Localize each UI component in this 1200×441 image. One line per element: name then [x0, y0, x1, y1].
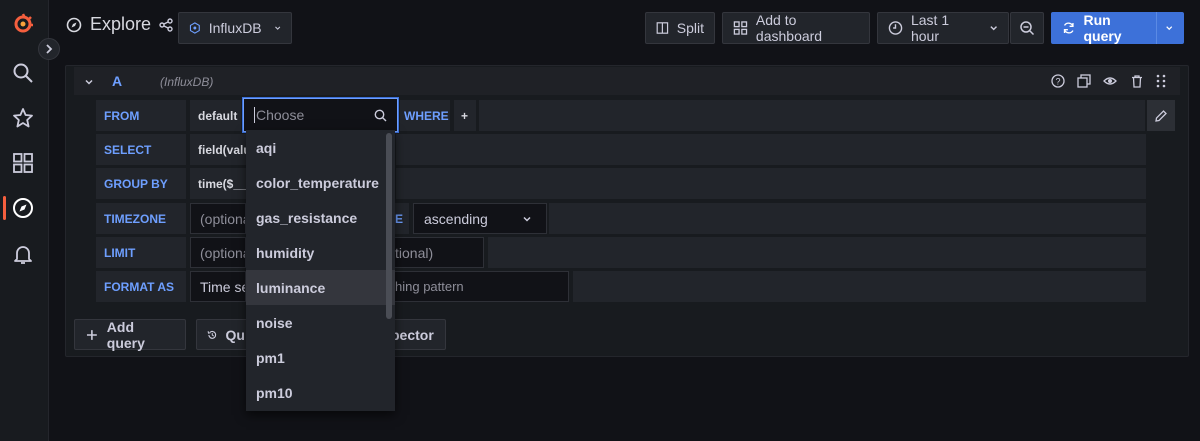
- split-button[interactable]: Split: [645, 12, 715, 44]
- query-ref-id[interactable]: A: [112, 73, 122, 89]
- zoom-out-icon: [1020, 21, 1035, 36]
- starred-icon[interactable]: [9, 104, 37, 132]
- search-icon: [374, 109, 387, 122]
- columns-icon: [656, 22, 669, 34]
- sync-icon: [1063, 22, 1074, 34]
- chevron-down-icon: [523, 216, 531, 222]
- grafana-logo-icon[interactable]: [9, 10, 37, 38]
- add-where-button[interactable]: +: [454, 100, 476, 131]
- datasource-name: InfluxDB: [208, 20, 262, 36]
- limit-label: LIMIT: [96, 237, 186, 268]
- dropdown-scrollbar[interactable]: [386, 133, 392, 319]
- measurement-option[interactable]: pm10: [246, 375, 395, 410]
- order-value: ascending: [424, 210, 488, 227]
- time-range-picker[interactable]: Last 1 hour: [877, 12, 1009, 44]
- search-icon[interactable]: [9, 59, 37, 87]
- measurement-option[interactable]: color_temperature: [246, 165, 395, 200]
- limit-input[interactable]: (optiona: [190, 237, 246, 268]
- chevron-right-icon: [46, 44, 53, 54]
- measurement-option-highlighted[interactable]: luminance: [246, 270, 395, 305]
- active-indicator: [3, 196, 6, 220]
- clock-icon: [888, 21, 903, 35]
- order-by-label: E: [395, 203, 409, 234]
- help-icon[interactable]: ?: [1050, 73, 1066, 89]
- influxdb-icon: [189, 22, 200, 34]
- measurement-dropdown: aqi color_temperature gas_resistance hum…: [246, 130, 395, 411]
- run-query-button[interactable]: Run query: [1051, 12, 1184, 44]
- query-inspector-button[interactable]: pector: [388, 319, 446, 350]
- row-filler: [396, 168, 1146, 199]
- page-title: Explore: [66, 14, 173, 35]
- measurement-option[interactable]: humidity: [246, 235, 395, 270]
- dashboards-icon[interactable]: [9, 149, 37, 177]
- chevron-down-icon: [274, 26, 280, 30]
- group-by-label: GROUP BY: [96, 168, 186, 199]
- alerting-bell-icon[interactable]: [9, 240, 37, 268]
- chevron-down-icon: [990, 26, 997, 31]
- timezone-input[interactable]: (optiona: [190, 203, 246, 234]
- measurement-option[interactable]: gas_resistance: [246, 200, 395, 235]
- query-inspector-label: pector: [391, 326, 434, 343]
- time-range-label: Last 1 hour: [910, 12, 950, 44]
- add-to-dashboard-button[interactable]: Add to dashboard: [722, 12, 870, 44]
- format-as-label: FORMAT AS: [96, 271, 186, 302]
- page-title-text: Explore: [90, 14, 152, 34]
- alias-input[interactable]: hing pattern: [394, 271, 569, 302]
- side-menu: [0, 0, 49, 441]
- text-cursor: [254, 107, 255, 123]
- row-filler: [396, 134, 1146, 165]
- measurement-placeholder: Choose: [256, 107, 305, 123]
- group-by-time[interactable]: time($__i: [190, 168, 246, 199]
- explore-compass-icon[interactable]: [9, 194, 37, 222]
- pen-icon: [1155, 109, 1167, 122]
- drag-handle-icon[interactable]: [1153, 73, 1169, 89]
- select-field[interactable]: field(valu: [190, 134, 246, 165]
- from-label: FROM: [96, 100, 186, 131]
- add-to-dashboard-label: Add to dashboard: [755, 12, 823, 44]
- raw-query-toggle[interactable]: [1147, 100, 1175, 131]
- row-filler: [549, 203, 1146, 234]
- query-header: [74, 67, 1180, 95]
- select-label: SELECT: [96, 134, 186, 165]
- collapse-chevron-icon[interactable]: [84, 77, 94, 87]
- retention-policy-select[interactable]: default: [190, 100, 241, 131]
- svg-text:?: ?: [1055, 77, 1060, 87]
- measurement-option[interactable]: noise: [246, 305, 395, 340]
- chevron-down-icon[interactable]: [1165, 23, 1173, 33]
- expand-menu-button[interactable]: [38, 38, 60, 60]
- add-query-label: Add query: [106, 318, 145, 351]
- run-query-label: Run query: [1083, 12, 1122, 44]
- compass-icon: [66, 17, 82, 32]
- plus-icon: [86, 329, 97, 340]
- query-history-label: Qu: [225, 326, 245, 343]
- eye-icon[interactable]: [1102, 73, 1118, 89]
- measurement-option[interactable]: pm1: [246, 340, 395, 375]
- slimit-input[interactable]: tional): [394, 237, 484, 268]
- row-filler: [479, 100, 1145, 131]
- add-query-button[interactable]: Add query: [74, 318, 186, 351]
- timezone-label: TIMEZONE: [96, 203, 186, 234]
- row-filler: [573, 271, 1146, 302]
- measurement-option[interactable]: aqi: [246, 130, 395, 165]
- row-filler: [488, 237, 1146, 268]
- split-label: Split: [676, 20, 704, 36]
- measurement-search-input[interactable]: Choose: [243, 98, 398, 132]
- format-select[interactable]: Time se: [190, 271, 246, 302]
- datasource-picker[interactable]: InfluxDB: [178, 12, 292, 44]
- trash-icon[interactable]: [1129, 73, 1145, 89]
- order-select[interactable]: ascending: [413, 203, 547, 234]
- where-label: WHERE: [400, 100, 450, 131]
- history-icon: [207, 330, 217, 339]
- button-divider: [1155, 12, 1157, 44]
- apps-icon: [733, 21, 748, 35]
- zoom-out-button[interactable]: [1010, 12, 1044, 44]
- share-icon[interactable]: [159, 17, 173, 32]
- duplicate-icon[interactable]: [1076, 73, 1092, 89]
- query-datasource-hint: (InfluxDB): [160, 75, 214, 89]
